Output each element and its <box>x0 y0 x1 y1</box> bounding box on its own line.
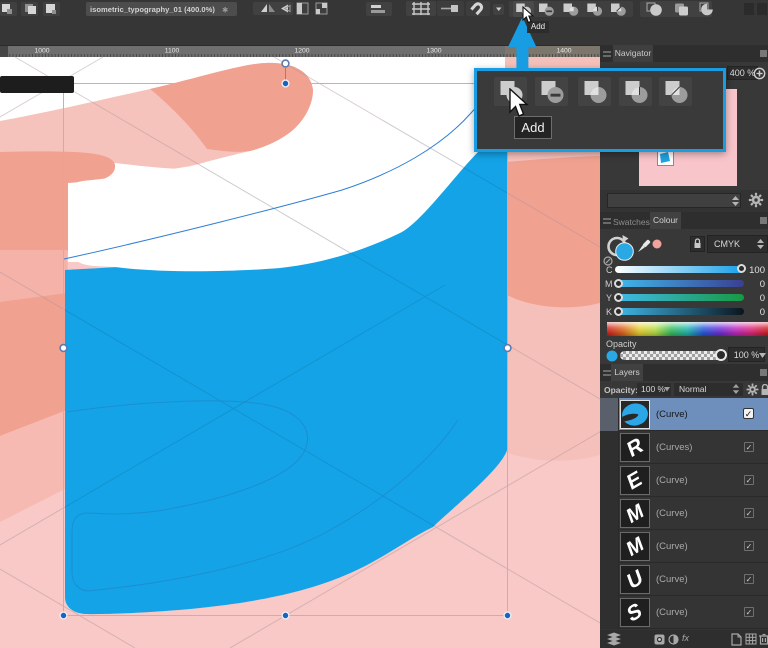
svg-text:1300: 1300 <box>426 48 441 55</box>
svg-text:✱: ✱ <box>222 6 229 15</box>
svg-text:1200: 1200 <box>294 48 309 55</box>
svg-text:1100: 1100 <box>165 48 180 55</box>
svg-text:1400: 1400 <box>556 48 571 55</box>
svg-text:isometric_typography_01 (400.0: isometric_typography_01 (400.0%) <box>90 5 215 14</box>
svg-text:1000: 1000 <box>34 48 49 55</box>
